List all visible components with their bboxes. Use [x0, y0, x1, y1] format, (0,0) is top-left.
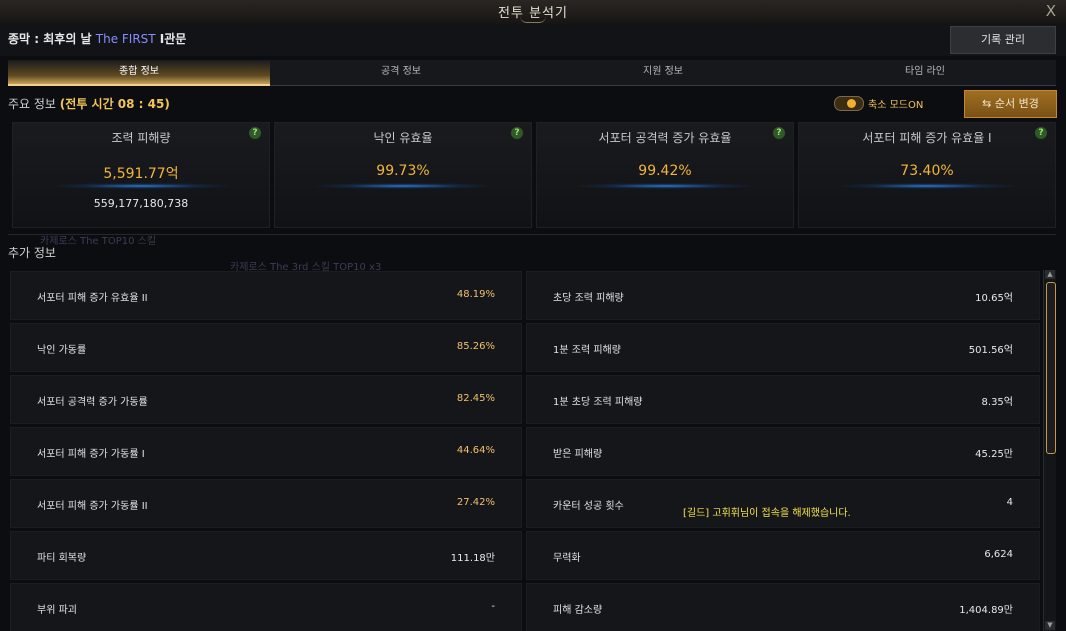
- card-title: 조력 피해량: [111, 131, 171, 145]
- compact-mode-toggle[interactable]: [834, 96, 864, 111]
- card-title: 서포터 피해 증가 유효율 I: [862, 131, 992, 145]
- list-item: 1분 조력 피해량 501.56억: [526, 323, 1040, 372]
- record-manage-button[interactable]: 기록 관리: [950, 26, 1056, 54]
- guild-notice: [길드] 고휘휘님이 접속을 해제했습니다.: [683, 508, 851, 519]
- list-item: 서포터 피해 증가 가동률 II 27.42%: [10, 479, 522, 528]
- list-item: 낙인 가동률 85.26%: [10, 323, 522, 372]
- toggle-knob: [847, 99, 856, 108]
- stat-value: 8.35억: [981, 397, 1013, 408]
- compact-mode-label: 축소 모드ON: [868, 100, 924, 111]
- main-info-text: 주요 정보: [8, 97, 60, 111]
- card-glow: [53, 183, 229, 189]
- zone-suffix: I관문: [155, 32, 187, 46]
- card-support-dmg-efficiency: 서포터 피해 증가 유효율 I ? 73.40%: [798, 122, 1056, 228]
- tab-bar: 종합 정보 공격 정보 지원 정보 타임 라인: [8, 60, 1056, 86]
- list-item: 초당 조력 피해량 10.65억: [526, 271, 1040, 320]
- stat-label: 서포터 피해 증가 유효율 II: [37, 293, 148, 304]
- help-icon[interactable]: ?: [1035, 127, 1047, 139]
- tab-support[interactable]: 지원 정보: [532, 60, 794, 86]
- stat-label: 파티 회복량: [37, 553, 87, 564]
- scroll-up-icon[interactable]: ▲: [1045, 270, 1055, 279]
- card-brand-efficiency: 낙인 유효율 ? 99.73%: [274, 122, 532, 228]
- reorder-button-label: 순서 변경: [994, 97, 1039, 110]
- stat-value: 44.64%: [456, 445, 495, 456]
- stat-value: 10.65억: [975, 293, 1013, 304]
- stat-value: 27.42%: [456, 497, 495, 508]
- swap-icon: ⇆: [982, 97, 995, 110]
- list-item: 파티 회복량 111.18만: [10, 531, 522, 580]
- card-glow: [577, 183, 753, 189]
- zone-title: 종막 : 최후의 날 The FIRST I관문: [8, 30, 186, 47]
- stat-label: 초당 조력 피해량: [553, 293, 624, 304]
- stat-value: -: [491, 601, 495, 612]
- scroll-down-icon[interactable]: ▼: [1045, 621, 1055, 630]
- zone-prefix: 종막 : 최후의 날: [8, 32, 96, 46]
- stat-value: 501.56억: [968, 345, 1013, 356]
- stat-label: 서포터 피해 증가 가동률 II: [37, 501, 148, 512]
- stat-value: 111.18만: [450, 553, 495, 564]
- stat-value: 1,404.89만: [959, 605, 1013, 616]
- reorder-button[interactable]: ⇆ 순서 변경: [964, 90, 1057, 118]
- list-item: 무력화 6,624: [526, 531, 1040, 580]
- help-icon[interactable]: ?: [249, 127, 261, 139]
- title-bar: 전투 분석기 X: [0, 0, 1066, 25]
- card-glow: [839, 183, 1015, 189]
- help-icon[interactable]: ?: [511, 127, 523, 139]
- list-item: 1분 초당 조력 피해량 8.35억: [526, 375, 1040, 424]
- card-title: 낙인 유효율: [373, 131, 433, 145]
- stats-grid: 서포터 피해 증가 유효율 II 48.19% 초당 조력 피해량 10.65억 낙…: [10, 271, 1040, 631]
- list-item: 받은 피해량 45.25만: [526, 427, 1040, 476]
- card-value: 5,591.77억: [103, 166, 179, 182]
- list-item: 서포터 피해 증가 유효율 II 48.19%: [10, 271, 522, 320]
- card-assist-damage: 조력 피해량 ? 5,591.77억 559,177,180,738: [12, 122, 270, 228]
- card-value: 73.40%: [900, 163, 954, 179]
- card-title: 서포터 공격력 증가 유효율: [598, 131, 732, 145]
- stat-label: 무력화: [553, 553, 581, 564]
- list-item: 피해 감소량 1,404.89만: [526, 583, 1040, 631]
- header: 종막 : 최후의 날 The FIRST I관문 기록 관리: [0, 24, 1066, 56]
- card-support-atk-efficiency: 서포터 공격력 증가 유효율 ? 99.42%: [536, 122, 794, 228]
- stat-value: 4: [1006, 497, 1013, 508]
- stat-value: 6,624: [984, 549, 1013, 560]
- scrollbar[interactable]: ▲ ▼: [1043, 270, 1056, 631]
- stat-label: 서포터 공격력 증가 가동률: [37, 397, 148, 408]
- list-item: 서포터 피해 증가 가동률 I 44.64%: [10, 427, 522, 476]
- battle-time: (전투 시간 08 : 45): [59, 97, 170, 111]
- stat-label: 부위 파괴: [37, 605, 77, 616]
- tab-overview[interactable]: 종합 정보: [8, 60, 270, 86]
- stat-value: 48.19%: [456, 289, 495, 300]
- title-ornament: [520, 16, 546, 23]
- stat-value: 82.45%: [456, 393, 495, 404]
- zone-highlight: The FIRST: [95, 32, 156, 46]
- list-item: 부위 파괴 -: [10, 583, 522, 631]
- stat-label: 받은 피해량: [553, 449, 603, 460]
- scroll-thumb[interactable]: [1046, 282, 1056, 454]
- stat-value: 45.25만: [975, 449, 1013, 460]
- extra-info-label: 추가 정보: [8, 246, 56, 260]
- tab-timeline[interactable]: 타임 라인: [794, 60, 1056, 86]
- list-item: 서포터 공격력 증가 가동률 82.45%: [10, 375, 522, 424]
- main-info-label: 주요 정보 (전투 시간 08 : 45): [8, 95, 170, 112]
- stat-label: 피해 감소량: [553, 605, 603, 616]
- help-icon[interactable]: ?: [773, 127, 785, 139]
- stat-value: 85.26%: [456, 341, 495, 352]
- card-glow: [315, 183, 491, 189]
- stat-label: 카운터 성공 횟수: [553, 501, 624, 512]
- tab-attack[interactable]: 공격 정보: [270, 60, 532, 86]
- close-button[interactable]: X: [1046, 2, 1056, 20]
- background-ghost-text: 카제로스 The TOP10 스킬: [40, 236, 157, 247]
- stat-label: 낙인 가동률: [37, 345, 87, 356]
- card-subvalue: 559,177,180,738: [93, 197, 189, 210]
- stat-label: 서포터 피해 증가 가동률 I: [37, 449, 145, 460]
- stat-label: 1분 조력 피해량: [553, 345, 621, 356]
- card-value: 99.73%: [376, 163, 430, 179]
- stat-label: 1분 초당 조력 피해량: [553, 397, 643, 408]
- card-value: 99.42%: [638, 163, 692, 179]
- section-divider: [8, 234, 1056, 235]
